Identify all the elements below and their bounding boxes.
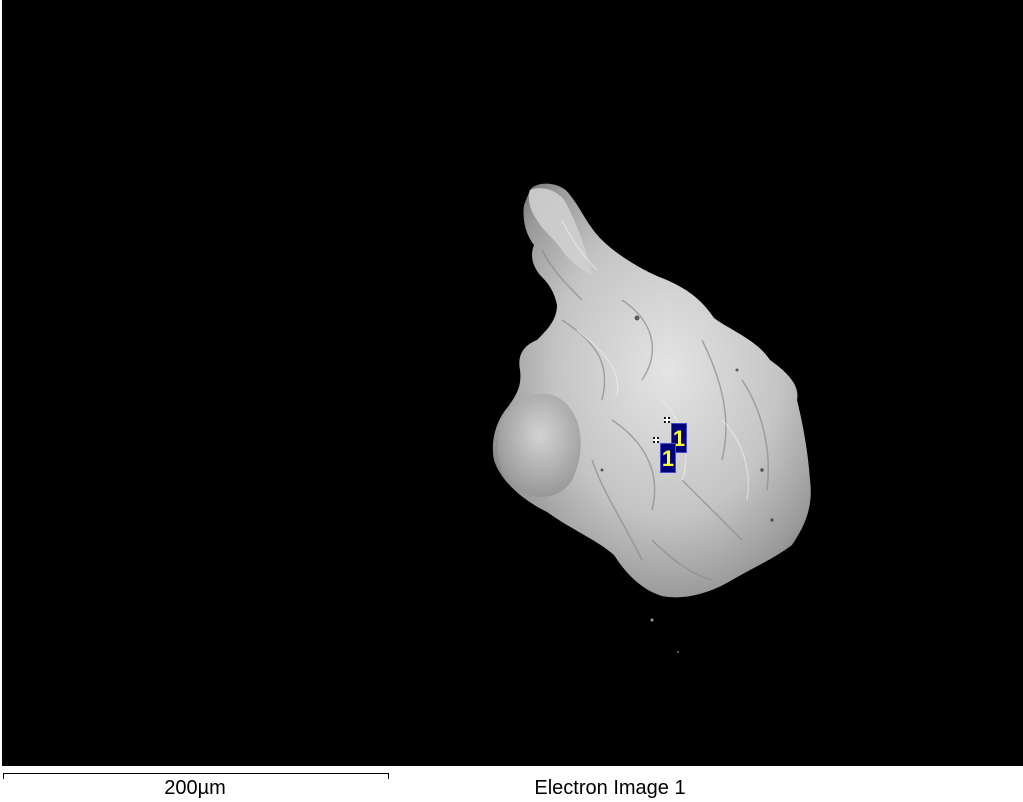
scale-bar-label: 200µm <box>164 777 226 799</box>
image-footer: 200µm Electron Image 1 <box>0 766 1023 802</box>
particle-left-lobe <box>497 393 581 497</box>
sem-viewer: 1 1 200µm Electron Image 1 <box>0 0 1023 802</box>
particle-body <box>492 183 811 598</box>
marker-point-icon <box>653 437 659 443</box>
particle-svg <box>492 183 811 653</box>
marker-point-icon <box>664 417 670 423</box>
image-caption: Electron Image 1 <box>534 777 686 799</box>
electron-image: 1 1 <box>2 0 1023 766</box>
analysis-marker-2[interactable]: 1 <box>660 443 676 473</box>
